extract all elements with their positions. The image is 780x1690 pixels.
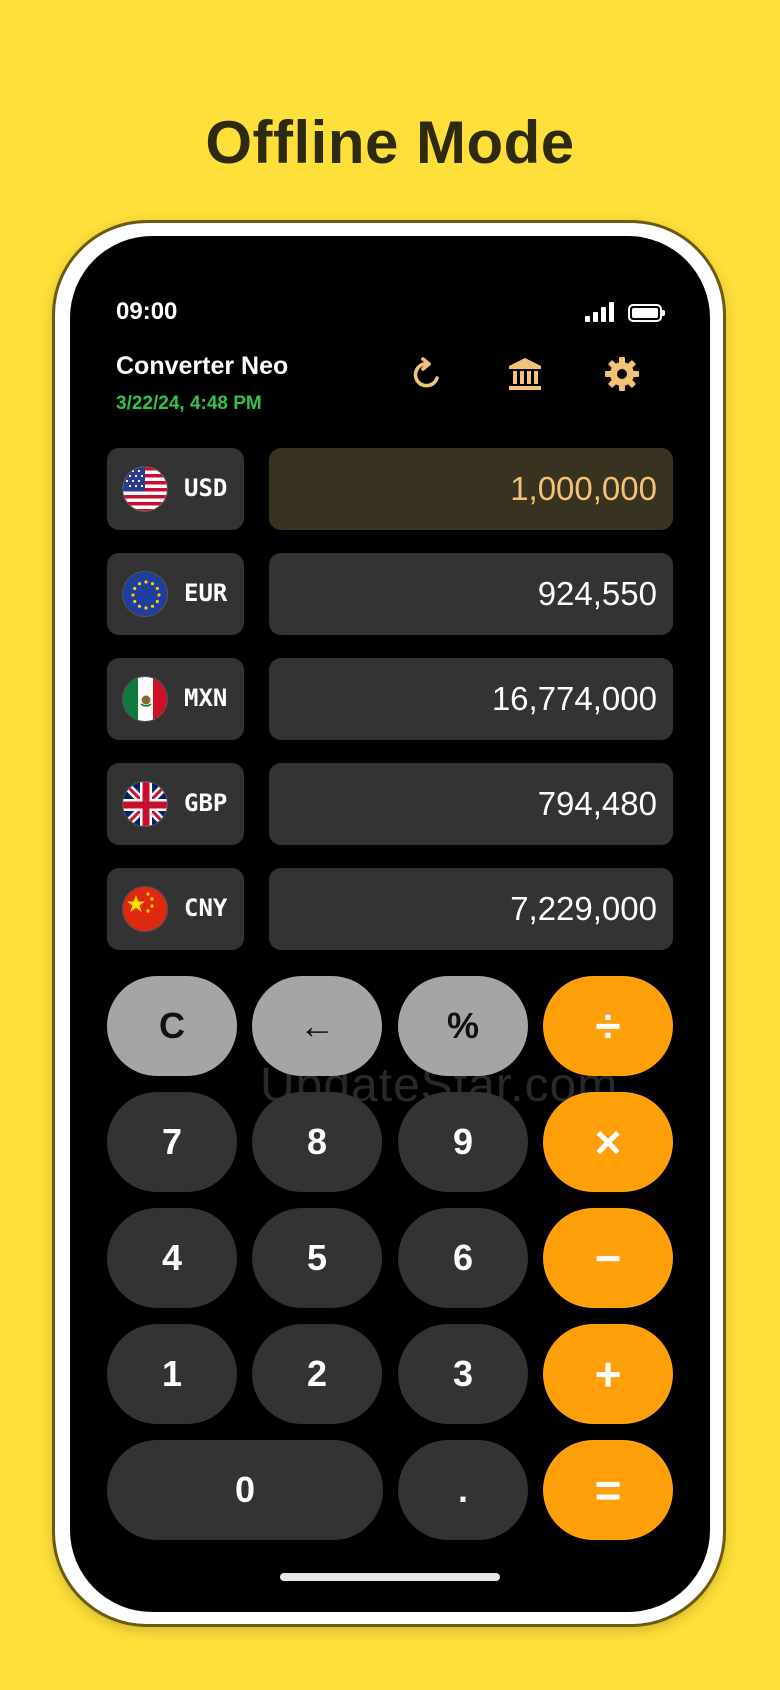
- key-1[interactable]: 1: [107, 1324, 237, 1424]
- key-3[interactable]: 3: [398, 1324, 528, 1424]
- key-9[interactable]: 9: [398, 1092, 528, 1192]
- key-8[interactable]: 8: [252, 1092, 382, 1192]
- key-0[interactable]: 0: [107, 1440, 383, 1540]
- minus-button[interactable]: −: [543, 1208, 673, 1308]
- multiply-button[interactable]: ×: [543, 1092, 673, 1192]
- currency-row-usd: USD 1,000,000: [107, 448, 673, 530]
- home-indicator[interactable]: [280, 1573, 500, 1581]
- key-6[interactable]: 6: [398, 1208, 528, 1308]
- gear-icon[interactable]: [600, 352, 644, 396]
- key-7[interactable]: 7: [107, 1092, 237, 1192]
- battery-icon: [628, 304, 665, 322]
- app-title: Converter Neo: [116, 352, 289, 380]
- currency-row-gbp: GBP 794,480: [107, 763, 673, 845]
- gb-flag-icon: [122, 781, 168, 827]
- percent-button[interactable]: %: [398, 976, 528, 1076]
- amount-field-mxn[interactable]: 16,774,000: [269, 658, 673, 740]
- status-time: 09:00: [116, 298, 178, 325]
- currency-code: EUR: [184, 579, 228, 607]
- backspace-button[interactable]: ←: [252, 976, 382, 1076]
- currency-code: USD: [184, 474, 228, 502]
- mx-flag-icon: [122, 676, 168, 722]
- currency-code: GBP: [184, 789, 228, 817]
- status-icons: [585, 300, 665, 322]
- amount-field-gbp[interactable]: 794,480: [269, 763, 673, 845]
- us-flag-icon: [122, 466, 168, 512]
- amount-field-usd[interactable]: 1,000,000: [269, 448, 673, 530]
- cn-flag-icon: [122, 886, 168, 932]
- currency-code: CNY: [184, 894, 228, 922]
- clear-button[interactable]: C: [107, 976, 237, 1076]
- currency-selector-cny[interactable]: CNY: [107, 868, 244, 950]
- currency-code: MXN: [184, 684, 228, 712]
- equals-button[interactable]: =: [543, 1440, 673, 1540]
- phone-screen: 09:00 Converter Neo 3/22/24, 4:48 PM USD…: [70, 236, 710, 1612]
- amount-field-cny[interactable]: 7,229,000: [269, 868, 673, 950]
- divide-button[interactable]: ÷: [543, 976, 673, 1076]
- amount-field-eur[interactable]: 924,550: [269, 553, 673, 635]
- currency-row-cny: CNY 7,229,000: [107, 868, 673, 950]
- key-4[interactable]: 4: [107, 1208, 237, 1308]
- eu-flag-icon: [122, 571, 168, 617]
- currency-row-mxn: MXN 16,774,000: [107, 658, 673, 740]
- currency-selector-usd[interactable]: USD: [107, 448, 244, 530]
- cellular-signal-icon: [585, 302, 614, 322]
- last-updated-date: 3/22/24, 4:48 PM: [116, 393, 262, 414]
- decimal-button[interactable]: .: [398, 1440, 528, 1540]
- currency-selector-mxn[interactable]: MXN: [107, 658, 244, 740]
- currency-row-eur: EUR 924,550: [107, 553, 673, 635]
- plus-button[interactable]: +: [543, 1324, 673, 1424]
- key-2[interactable]: 2: [252, 1324, 382, 1424]
- currency-selector-eur[interactable]: EUR: [107, 553, 244, 635]
- refresh-icon[interactable]: [405, 352, 449, 396]
- currency-selector-gbp[interactable]: GBP: [107, 763, 244, 845]
- page-headline: Offline Mode: [205, 109, 575, 176]
- bank-icon[interactable]: [503, 352, 547, 396]
- key-5[interactable]: 5: [252, 1208, 382, 1308]
